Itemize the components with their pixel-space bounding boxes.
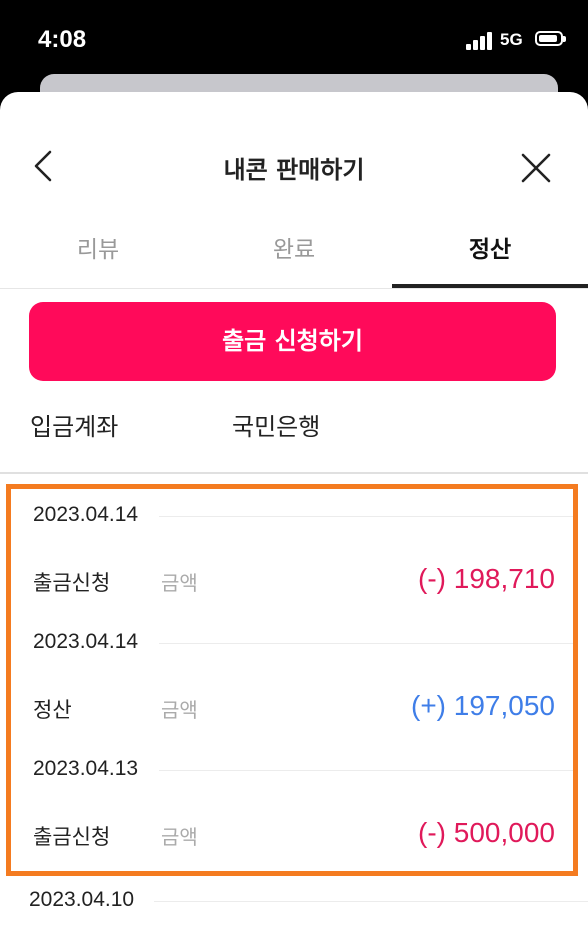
history-item: 2023.04.13 출금신청 금액 (-) 500,000 bbox=[11, 743, 573, 870]
amount-label: 금액 bbox=[161, 698, 198, 722]
battery-icon bbox=[535, 31, 566, 46]
amount-label: 금액 bbox=[161, 571, 198, 595]
date-divider bbox=[154, 901, 588, 902]
tab-divider bbox=[0, 288, 588, 289]
history-amount: (-) 198,710 bbox=[418, 563, 555, 594]
history-item: 2023.04.14 출금신청 금액 (-) 198,710 bbox=[11, 489, 573, 616]
date-divider bbox=[159, 770, 573, 771]
history-type: 출금신청 bbox=[33, 825, 111, 849]
deposit-account-value: 국민은행 bbox=[232, 413, 321, 441]
amount-label: 금액 bbox=[161, 825, 198, 849]
date-divider bbox=[159, 643, 573, 644]
header: 내콘 판매하기 bbox=[0, 92, 588, 242]
close-button[interactable] bbox=[516, 148, 556, 188]
section-divider bbox=[0, 472, 588, 474]
history-item-partial: 2023.04.10 bbox=[0, 878, 588, 928]
history-type: 출금신청 bbox=[33, 571, 111, 595]
tab-review[interactable]: 리뷰 bbox=[0, 222, 196, 284]
status-time: 4:08 bbox=[38, 26, 87, 53]
bottom-sheet: 내콘 판매하기 리뷰 완료 정산 출금 신청하기 입금계좌 국민은행 2023.… bbox=[0, 92, 588, 928]
network-label: 5G bbox=[500, 30, 523, 49]
signal-icon bbox=[466, 32, 494, 50]
close-icon bbox=[521, 153, 551, 183]
history-amount: (-) 500,000 bbox=[418, 817, 555, 848]
history-date: 2023.04.14 bbox=[33, 503, 139, 526]
tab-bar: 리뷰 완료 정산 bbox=[0, 222, 588, 288]
history-type: 정산 bbox=[33, 698, 72, 722]
page-title: 내콘 판매하기 bbox=[223, 156, 365, 184]
history-date: 2023.04.14 bbox=[33, 630, 139, 653]
date-divider bbox=[159, 516, 573, 517]
status-bar: 4:08 5G bbox=[0, 0, 588, 80]
settlement-history-highlight: 2023.04.14 출금신청 금액 (-) 198,710 2023.04.1… bbox=[6, 484, 578, 876]
history-amount: (+) 197,050 bbox=[411, 690, 555, 721]
tab-complete[interactable]: 완료 bbox=[196, 222, 392, 284]
deposit-account-label: 입금계좌 bbox=[30, 413, 119, 441]
history-date: 2023.04.13 bbox=[33, 757, 139, 780]
history-item: 2023.04.14 정산 금액 (+) 197,050 bbox=[11, 616, 573, 743]
withdraw-request-button[interactable]: 출금 신청하기 bbox=[29, 302, 556, 381]
tab-settlement[interactable]: 정산 bbox=[392, 222, 588, 288]
history-date: 2023.04.10 bbox=[29, 888, 135, 911]
